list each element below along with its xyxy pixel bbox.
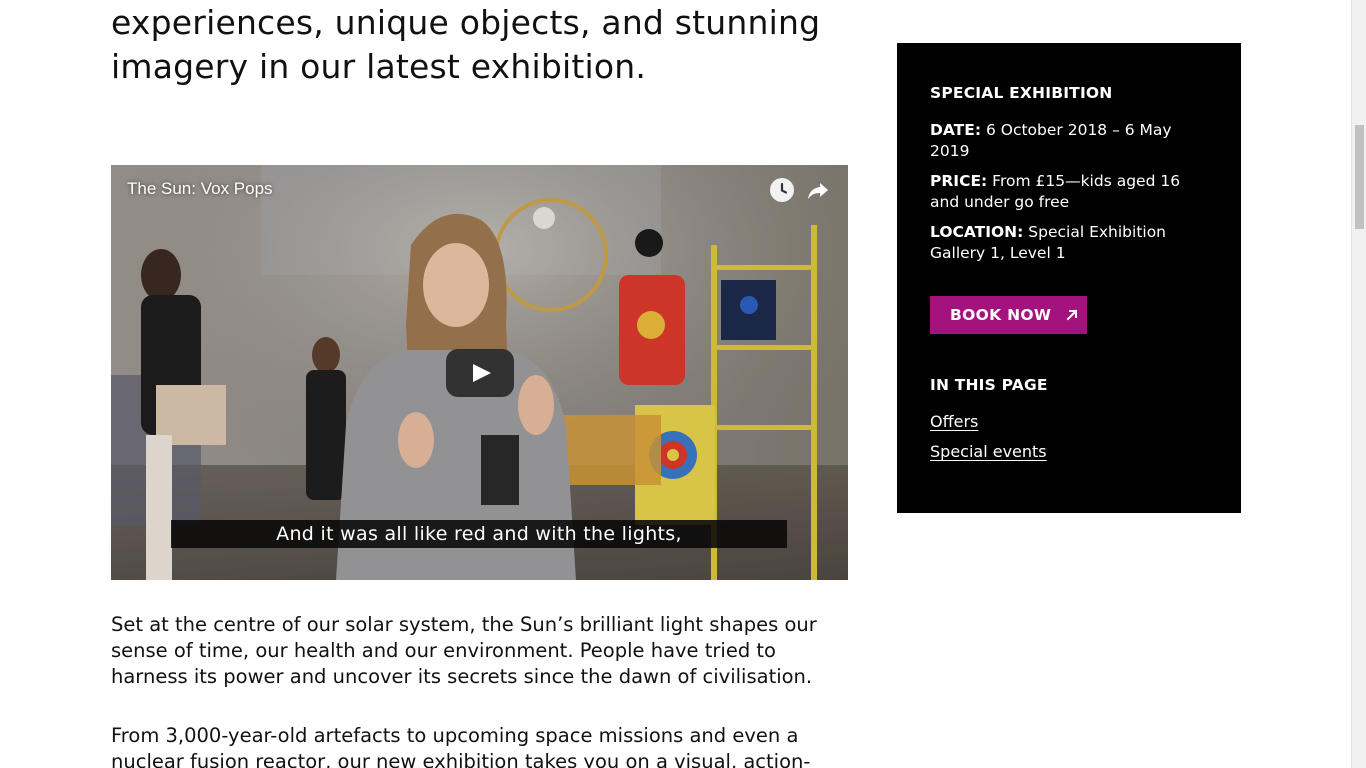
video-title[interactable]: The Sun: Vox Pops [127,179,273,199]
date-label: DATE: [930,121,982,139]
paragraph-line: nuclear fusion reactor, our new exhibiti… [111,750,811,768]
paragraph-line: Set at the centre of our solar system, t… [111,613,817,636]
intro-line: experiences, unique objects, and stunnin… [111,3,821,42]
panel-heading: SPECIAL EXHIBITION [930,84,1113,102]
scrollbar-thumb[interactable] [1355,125,1364,229]
intro-text: experiences, unique objects, and stunnin… [111,0,851,89]
location-label: LOCATION: [930,223,1024,241]
page-scrollbar[interactable] [1351,0,1366,768]
price-label: PRICE: [930,172,988,190]
intro-line: imagery in our latest exhibition. [111,47,647,86]
in-this-page-heading: IN THIS PAGE [930,376,1048,394]
external-arrow-icon [1066,309,1078,321]
video-player[interactable]: The Sun: Vox Pops And it was all like re… [111,165,848,580]
paragraph-line: harness its power and uncover its secret… [111,665,813,688]
play-icon[interactable] [446,349,514,397]
clock-icon[interactable] [770,178,794,202]
body-paragraph: Set at the centre of our solar system, t… [111,612,851,690]
date-info: DATE: 6 October 2018 – 6 May 2019 [930,120,1200,162]
price-info: PRICE: From £15—kids aged 16 and under g… [930,171,1200,213]
special-events-link[interactable]: Special events [930,442,1047,461]
paragraph-line: sense of time, our health and our enviro… [111,639,776,662]
video-caption: And it was all like red and with the lig… [171,520,787,548]
offers-link[interactable]: Offers [930,412,978,431]
paragraph-line: From 3,000-year-old artefacts to upcomin… [111,724,799,747]
exhibition-info-panel: SPECIAL EXHIBITION DATE: 6 October 2018 … [897,43,1241,513]
location-info: LOCATION: Special Exhibition Gallery 1, … [930,222,1200,264]
share-icon[interactable] [806,178,830,202]
body-paragraph: From 3,000-year-old artefacts to upcomin… [111,723,851,768]
book-now-label: BOOK NOW [950,306,1052,324]
book-now-button[interactable]: BOOK NOW [930,296,1087,334]
